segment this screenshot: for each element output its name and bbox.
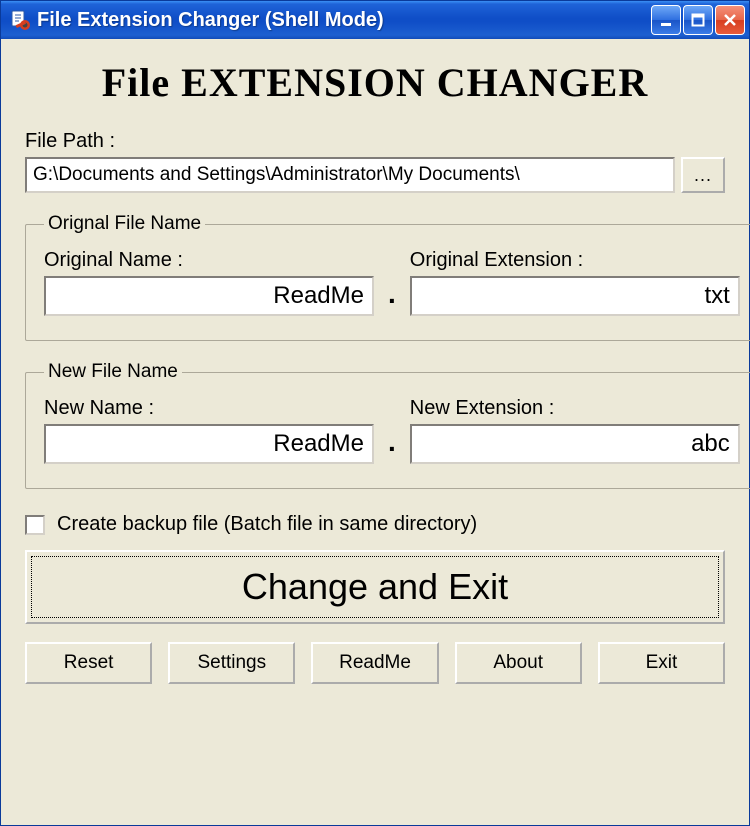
original-group-legend: Orignal File Name — [44, 213, 205, 235]
backup-label: Create backup file (Batch file in same d… — [57, 513, 477, 536]
original-name-label: Original Name : — [44, 249, 374, 272]
reset-button[interactable]: Reset — [25, 642, 152, 684]
change-and-exit-button[interactable]: Change and Exit — [25, 550, 725, 624]
minimize-button[interactable] — [651, 5, 681, 35]
new-name-input[interactable] — [44, 424, 374, 464]
dot-separator: . — [388, 426, 396, 464]
backup-checkbox[interactable] — [25, 515, 45, 535]
app-heading: File EXTENSION CHANGER — [25, 59, 725, 106]
maximize-button[interactable] — [683, 5, 713, 35]
original-name-input[interactable] — [44, 276, 374, 316]
application-window: File Extension Changer (Shell Mode) File… — [0, 0, 750, 826]
settings-button[interactable]: Settings — [168, 642, 295, 684]
original-extension-label: Original Extension : — [410, 249, 740, 272]
original-file-group: Orignal File Name Original Name : . Orig… — [25, 213, 750, 341]
exit-button[interactable]: Exit — [598, 642, 725, 684]
change-and-exit-label: Change and Exit — [242, 566, 508, 607]
window-controls — [651, 5, 745, 35]
new-name-label: New Name : — [44, 397, 374, 420]
readme-button[interactable]: ReadMe — [311, 642, 438, 684]
titlebar: File Extension Changer (Shell Mode) — [1, 1, 749, 39]
dot-separator: . — [388, 278, 396, 316]
new-group-legend: New File Name — [44, 361, 182, 383]
close-button[interactable] — [715, 5, 745, 35]
new-file-group: New File Name New Name : . New Extension… — [25, 361, 750, 489]
original-extension-input[interactable] — [410, 276, 740, 316]
browse-button[interactable]: ... — [681, 157, 725, 193]
window-title: File Extension Changer (Shell Mode) — [37, 9, 651, 32]
new-extension-label: New Extension : — [410, 397, 740, 420]
file-path-input[interactable] — [25, 157, 675, 193]
client-area: File EXTENSION CHANGER File Path : ... O… — [1, 39, 749, 825]
about-button[interactable]: About — [455, 642, 582, 684]
app-icon — [9, 9, 31, 31]
new-extension-input[interactable] — [410, 424, 740, 464]
file-path-label: File Path : — [25, 130, 725, 153]
